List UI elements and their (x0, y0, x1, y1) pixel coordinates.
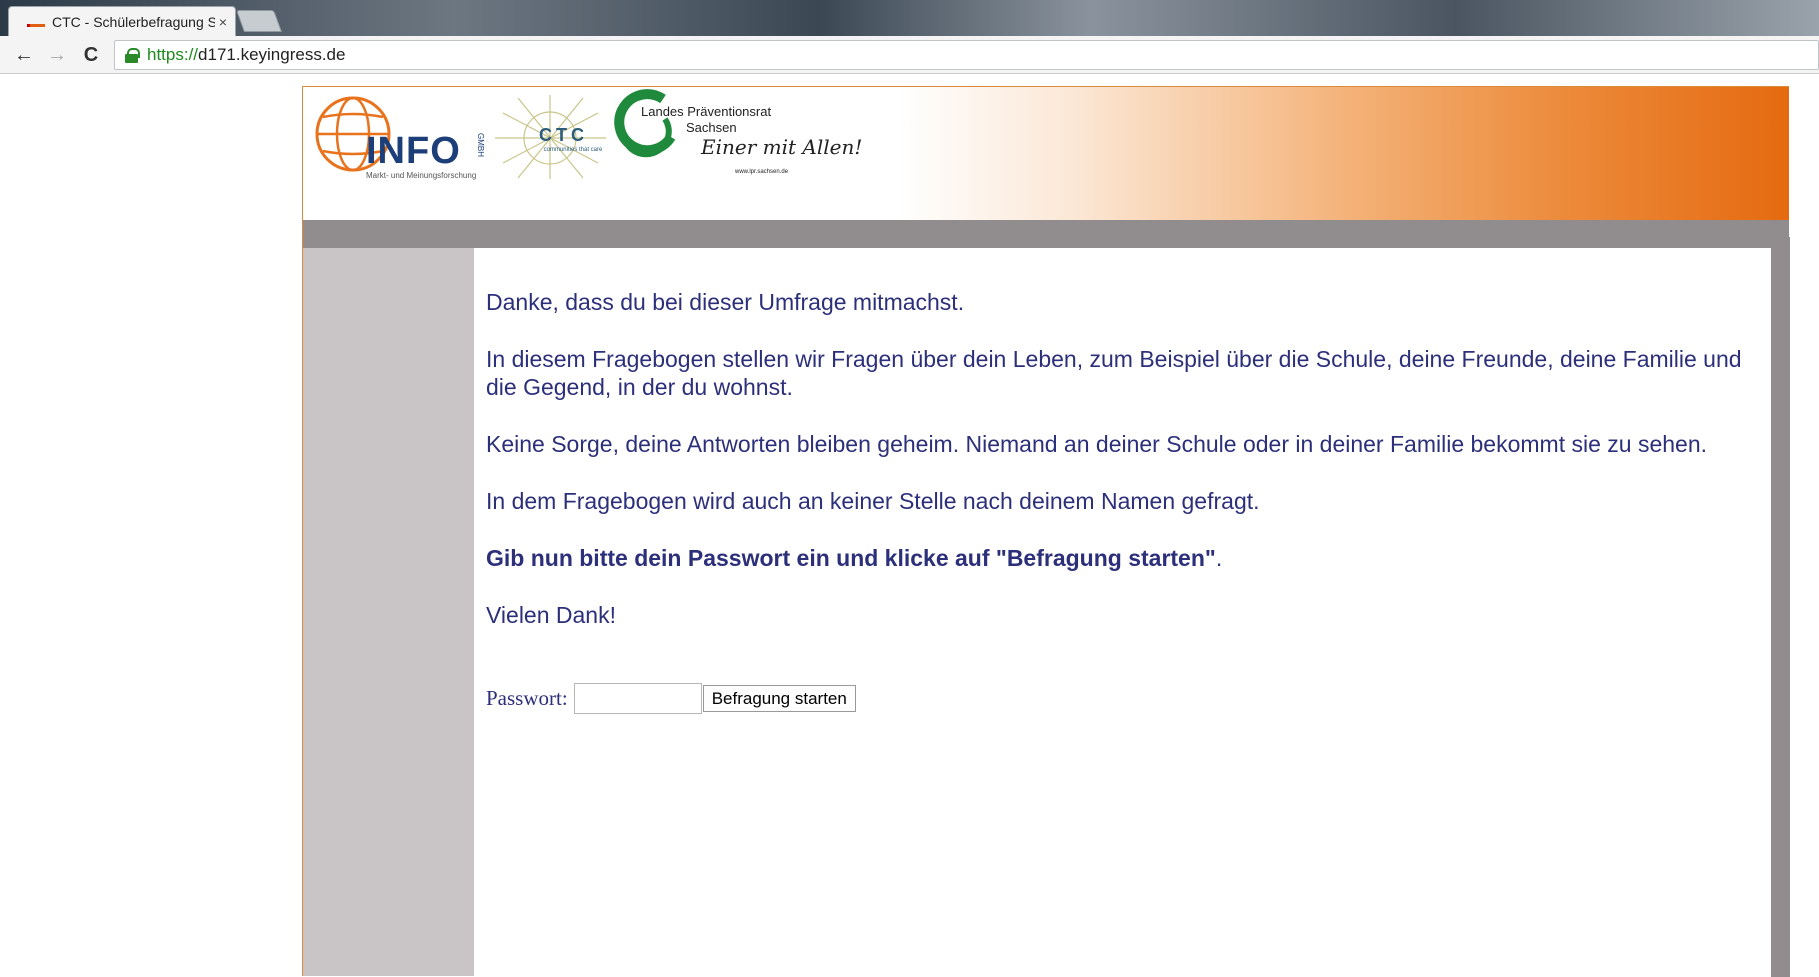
login-form: Passwort: Befragung starten (486, 683, 1759, 714)
instruction-text: Gib nun bitte dein Passwort ein und klic… (486, 545, 1216, 571)
browser-tab-active[interactable]: CTC - Schülerbefragung S × (8, 6, 236, 36)
info-logo-text: INFO (366, 130, 461, 172)
back-arrow-icon[interactable]: ← (12, 44, 36, 66)
page-frame: INFO GMBH Markt- und Meinungsforschung C… (302, 86, 1790, 977)
header-divider-bar (303, 220, 1789, 248)
anonymity-paragraph: In dem Fragebogen wird auch an keiner St… (486, 488, 1260, 514)
lpr-logo-url: www.lpr.sachsen.de (735, 169, 789, 175)
lpr-logo-slogan: Einer mit Allen! (701, 135, 863, 159)
address-bar[interactable]: https://d171.keyingress.de (114, 40, 1819, 70)
instruction-period: . (1215, 545, 1223, 571)
instruction-paragraph: Gib nun bitte dein Passwort ein und klic… (486, 544, 1759, 572)
close-icon[interactable]: × (219, 14, 227, 30)
browser-tabstrip: CTC - Schülerbefragung S × (0, 0, 1819, 36)
password-input[interactable] (573, 683, 702, 714)
password-label: Passwort: (486, 686, 568, 710)
ctc-logo-subtitle: communities that care (543, 147, 603, 153)
right-border-bar (1771, 237, 1790, 977)
url-scheme: https:// (147, 45, 199, 64)
info-logo-subtitle: Markt- und Meinungsforschung (366, 171, 477, 180)
lock-icon (125, 47, 140, 63)
lpr-logo-title: Landes Präventionsrat (641, 104, 772, 119)
thanks-paragraph: Vielen Dank! (486, 602, 616, 628)
intro-paragraph: Danke, dass du bei dieser Umfrage mitmac… (486, 289, 965, 315)
reload-icon[interactable]: C (79, 44, 103, 66)
favicon-icon (27, 17, 45, 27)
main-content: Danke, dass du bei dieser Umfrage mitmac… (474, 248, 1771, 977)
header-banner: INFO GMBH Markt- und Meinungsforschung C… (303, 87, 1789, 220)
start-survey-button[interactable]: Befragung starten (702, 685, 856, 712)
topics-paragraph: In diesem Fragebogen stellen wir Fragen … (486, 346, 1742, 400)
lpr-swirl-logo-icon (614, 89, 676, 158)
ctc-logo-text: CTC (539, 125, 588, 145)
new-tab-button[interactable] (235, 10, 283, 32)
forward-arrow-icon[interactable]: → (45, 44, 69, 66)
tab-title: CTC - Schülerbefragung S (52, 13, 215, 30)
browser-toolbar: ← → C https://d171.keyingress.de (0, 36, 1819, 74)
url-host: d171.keyingress.de (198, 45, 346, 64)
info-logo-gmbh: GMBH (476, 133, 485, 157)
lpr-logo-region: Sachsen (686, 120, 737, 135)
privacy-paragraph: Keine Sorge, deine Antworten bleiben geh… (486, 431, 1707, 457)
